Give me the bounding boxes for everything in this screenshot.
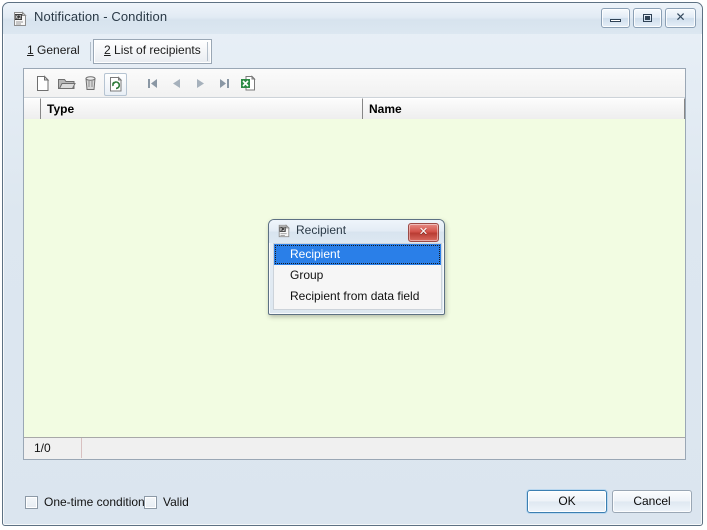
grid-statusbar: 1/0 — [24, 437, 685, 459]
refresh-document-icon — [105, 74, 126, 95]
recipient-popup-dialog: K2 Recipient ✕ Recipient Group Recipient… — [268, 219, 445, 315]
grid-column-headers: Type Name — [24, 98, 685, 120]
checkbox-valid[interactable]: Valid — [144, 495, 189, 509]
tab-list-of-recipients[interactable]: 2 List of recipients — [93, 39, 212, 64]
list-item-recipient-from-data-field[interactable]: Recipient from data field — [274, 286, 441, 307]
window-controls: ✕ — [601, 8, 696, 28]
svg-text:K2: K2 — [280, 227, 286, 233]
tab-separator-1 — [90, 42, 91, 61]
checkbox-one-time-condition-box[interactable] — [25, 495, 38, 509]
k2-document-icon: K2 — [277, 224, 291, 238]
export-excel-button[interactable] — [238, 73, 259, 94]
close-icon: ✕ — [418, 225, 429, 238]
new-document-icon — [32, 73, 53, 94]
close-icon: ✕ — [675, 10, 686, 24]
cancel-button[interactable]: Cancel — [612, 490, 692, 513]
recipient-popup-title: Recipient — [296, 223, 347, 237]
k2-document-icon: K2 — [12, 11, 28, 27]
list-item-recipient[interactable]: Recipient — [274, 244, 441, 265]
tabstrip: 1 General 2 List of recipients — [17, 39, 690, 65]
tab-list-of-recipients-accel: 2 — [104, 43, 111, 57]
svg-text:K2: K2 — [15, 15, 21, 21]
checkbox-one-time-condition[interactable]: One-time condition — [25, 495, 145, 509]
recipient-popup-titlebar[interactable]: K2 Recipient ✕ — [269, 220, 444, 243]
refresh-document-button[interactable] — [104, 73, 127, 96]
maximize-button[interactable] — [633, 8, 662, 28]
first-record-icon — [142, 73, 163, 94]
delete-trash-button[interactable] — [80, 73, 101, 94]
next-record-icon — [190, 73, 211, 94]
notification-condition-window: K2 Notification - Condition ✕ 1 General … — [2, 2, 703, 526]
last-record-button[interactable] — [214, 73, 235, 94]
open-folder-button[interactable] — [56, 73, 77, 94]
minimize-icon — [610, 19, 621, 22]
open-folder-icon — [56, 73, 77, 94]
tab-list-of-recipients-label: List of recipients — [110, 43, 201, 57]
tab-general-accel: 1 — [27, 43, 34, 57]
record-counter: 1/0 — [24, 438, 82, 458]
ok-button[interactable]: OK — [527, 490, 607, 513]
recipient-type-list: Recipient Group Recipient from data fiel… — [273, 243, 442, 310]
grid-toolbar — [24, 69, 685, 98]
new-document-button[interactable] — [32, 73, 53, 94]
tab-separator-2 — [207, 42, 208, 61]
tab-general-label: General — [33, 43, 80, 57]
maximize-icon — [643, 14, 652, 22]
checkbox-one-time-condition-label: One-time condition — [44, 495, 145, 509]
window-titlebar[interactable]: K2 Notification - Condition ✕ — [3, 3, 702, 34]
statusbar-filler — [82, 438, 685, 458]
column-header-type[interactable]: Type — [41, 98, 363, 119]
first-record-button[interactable] — [142, 73, 163, 94]
excel-export-icon — [238, 73, 259, 94]
previous-record-icon — [166, 73, 187, 94]
minimize-button[interactable] — [601, 8, 630, 28]
checkbox-valid-box[interactable] — [144, 495, 157, 509]
checkbox-valid-label: Valid — [163, 495, 189, 509]
previous-record-button[interactable] — [166, 73, 187, 94]
next-record-button[interactable] — [190, 73, 211, 94]
recipient-popup-close-button[interactable]: ✕ — [408, 223, 439, 242]
grid-corner-cell[interactable] — [24, 98, 41, 119]
close-button[interactable]: ✕ — [665, 8, 696, 28]
column-header-name[interactable]: Name — [363, 98, 685, 119]
trash-bin-icon — [80, 73, 101, 94]
list-item-group[interactable]: Group — [274, 265, 441, 286]
tab-general[interactable]: 1 General — [17, 40, 90, 63]
last-record-icon — [214, 73, 235, 94]
window-title: Notification - Condition — [34, 9, 168, 24]
